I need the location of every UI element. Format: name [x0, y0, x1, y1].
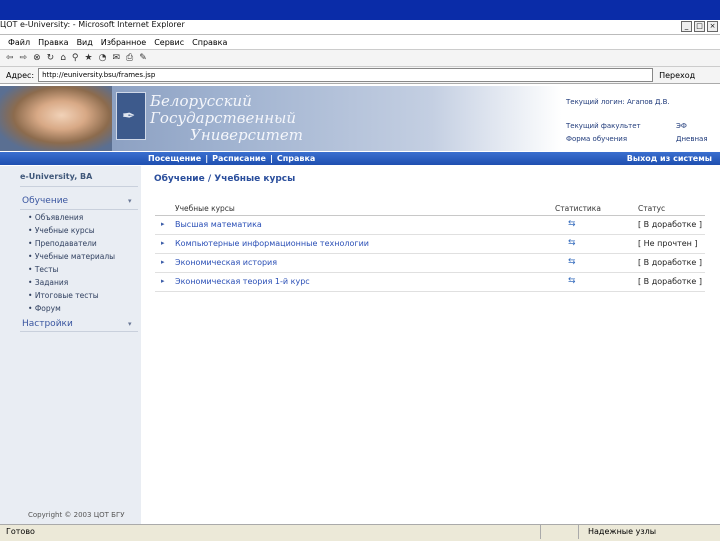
course-link[interactable]: Компьютерные информационные технологии	[175, 239, 369, 248]
browser-toolbar: ⇦ ⇨ ⊗ ↻ ⌂ ⚲ ★ ◔ ✉ ⎙ ✎	[0, 50, 720, 67]
status-divider	[540, 525, 541, 539]
top-nav: Посещение | Расписание | Справка Выход и…	[0, 152, 720, 165]
home-icon[interactable]: ⌂	[60, 53, 66, 63]
menu-favorites[interactable]: Избранное	[101, 38, 146, 47]
close-button[interactable]: ×	[707, 21, 718, 32]
row-arrow-icon: ▸	[161, 239, 165, 247]
sidebar-divider	[20, 331, 138, 332]
course-status: [ В доработке ]	[638, 220, 703, 229]
study-form-value: Дневная	[676, 135, 708, 143]
study-form-label: Форма обучения	[566, 135, 628, 143]
sidebar-item-tests[interactable]: • Тесты	[28, 265, 58, 274]
minimize-button[interactable]: _	[681, 21, 692, 32]
logout-link[interactable]: Выход из системы	[627, 154, 712, 163]
menu-edit[interactable]: Правка	[38, 38, 68, 47]
favorites-icon[interactable]: ★	[85, 53, 93, 63]
sidebar-divider	[20, 209, 138, 210]
stop-icon[interactable]: ⊗	[33, 53, 41, 63]
table-row: ▸ Высшая математика ⇆ [ В доработке ]	[155, 216, 705, 235]
row-arrow-icon: ▸	[161, 220, 165, 228]
menu-bar: Файл Правка Вид Избранное Сервис Справка	[0, 35, 720, 50]
menu-view[interactable]: Вид	[77, 38, 93, 47]
go-button[interactable]: Переход	[659, 71, 695, 80]
course-link[interactable]: Экономическая теория 1-й курс	[175, 277, 310, 286]
forward-icon[interactable]: ⇨	[20, 53, 28, 63]
statistics-icon[interactable]: ⇆	[568, 257, 576, 267]
header-photo	[0, 86, 112, 151]
table-header: Учебные курсы Статистика Статус	[155, 202, 705, 216]
address-label: Адрес:	[6, 70, 35, 80]
statistics-icon[interactable]: ⇆	[568, 238, 576, 248]
university-name: Белорусский Государственный Университет	[150, 92, 303, 144]
crest-icon: ✒	[122, 106, 136, 125]
mail-icon[interactable]: ✉	[112, 53, 120, 63]
sidebar-item-final-tests[interactable]: • Итоговые тесты	[28, 291, 99, 300]
faculty-label: Текущий факультет	[566, 122, 641, 130]
statistics-icon[interactable]: ⇆	[568, 219, 576, 229]
table-row: ▸ Экономическая теория 1-й курс ⇆ [ В до…	[155, 273, 705, 292]
menu-help[interactable]: Справка	[192, 38, 227, 47]
sidebar-item-teachers[interactable]: • Преподаватели	[28, 239, 97, 248]
edit-icon[interactable]: ✎	[139, 53, 147, 63]
search-icon[interactable]: ⚲	[72, 53, 79, 63]
sidebar-item-announcements[interactable]: • Объявления	[28, 213, 83, 222]
column-status: Статус	[638, 204, 666, 213]
status-zone: Надежные узлы	[588, 527, 657, 536]
history-icon[interactable]: ◔	[99, 53, 107, 63]
course-status: [ Не прочтен ]	[638, 239, 698, 248]
sidebar-item-forum[interactable]: • Форум	[28, 304, 61, 313]
menu-tools[interactable]: Сервис	[154, 38, 184, 47]
maximize-button[interactable]: □	[694, 21, 705, 32]
sidebar-item-materials[interactable]: • Учебные материалы	[28, 252, 115, 261]
row-arrow-icon: ▸	[161, 258, 165, 266]
breadcrumb: Обучение / Учебные курсы	[154, 174, 296, 184]
address-input[interactable]: http://euniversity.bsu/frames.jsp	[38, 68, 654, 82]
nav-schedule[interactable]: Расписание	[212, 154, 266, 163]
column-courses: Учебные курсы	[175, 204, 235, 213]
sidebar-section-settings[interactable]: Настройки	[22, 319, 73, 329]
address-bar: Адрес: http://euniversity.bsu/frames.jsp…	[0, 67, 720, 84]
collapse-icon[interactable]: ▾	[128, 320, 132, 328]
faculty-value: ЭФ	[676, 122, 687, 130]
course-status: [ В доработке ]	[638, 277, 703, 286]
window-controls: _ □ ×	[681, 21, 718, 32]
nav-separator: |	[269, 154, 273, 163]
sidebar-divider	[20, 186, 138, 187]
column-statistics: Статистика	[555, 204, 601, 213]
title-bar	[0, 0, 720, 20]
back-icon[interactable]: ⇦	[6, 53, 14, 63]
collapse-icon[interactable]: ▾	[128, 197, 132, 205]
sidebar-item-courses[interactable]: • Учебные курсы	[28, 226, 95, 235]
print-icon[interactable]: ⎙	[126, 53, 133, 63]
course-link[interactable]: Высшая математика	[175, 220, 262, 229]
row-arrow-icon: ▸	[161, 277, 165, 285]
refresh-icon[interactable]: ↻	[47, 53, 55, 63]
sidebar-logo: e-University, BA	[20, 172, 93, 181]
window-title: ЦОТ e-University: - Microsoft Internet E…	[0, 20, 185, 29]
nav-help[interactable]: Справка	[277, 154, 315, 163]
course-status: [ В доработке ]	[638, 258, 703, 267]
courses-table: Учебные курсы Статистика Статус ▸ Высшая…	[155, 202, 705, 292]
sidebar-item-tasks[interactable]: • Задания	[28, 278, 68, 287]
statistics-icon[interactable]: ⇆	[568, 276, 576, 286]
course-link[interactable]: Экономическая история	[175, 258, 277, 267]
table-row: ▸ Экономическая история ⇆ [ В доработке …	[155, 254, 705, 273]
status-divider	[578, 525, 579, 539]
sidebar-section-learning[interactable]: Обучение	[22, 196, 68, 206]
nav-separator: |	[205, 154, 209, 163]
nav-visits[interactable]: Посещение	[148, 154, 201, 163]
status-ready: Готово	[6, 527, 35, 536]
copyright: Copyright © 2003 ЦОТ БГУ	[28, 511, 125, 519]
current-user: Текущий логин: Агапов Д.В.	[566, 98, 670, 106]
table-row: ▸ Компьютерные информационные технологии…	[155, 235, 705, 254]
menu-file[interactable]: Файл	[8, 38, 30, 47]
